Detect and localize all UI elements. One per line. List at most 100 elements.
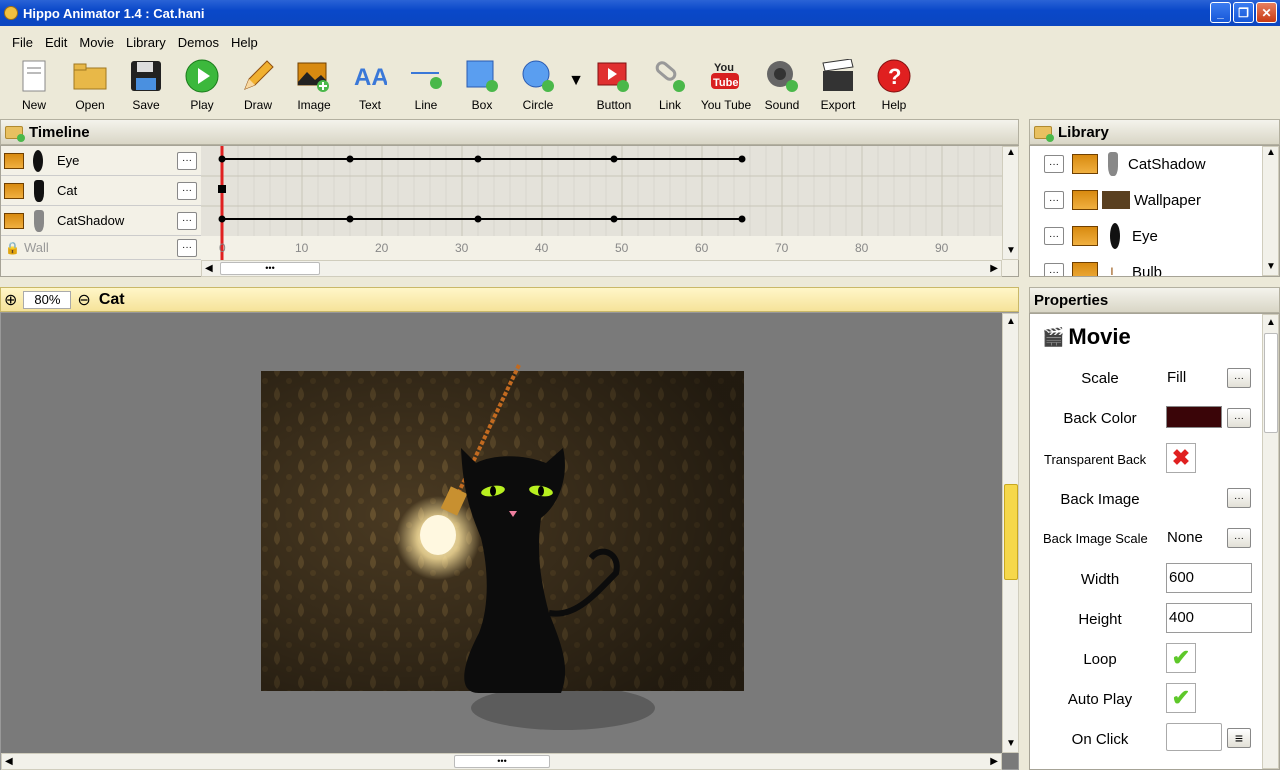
scroll-up-icon[interactable]: ▲	[1006, 147, 1016, 158]
item-options-button[interactable]: ···	[1044, 155, 1064, 173]
timeline-vscrollbar[interactable]: ▲ ▼	[1002, 146, 1019, 260]
library-item[interactable]: ··· CatShadow	[1030, 146, 1262, 182]
scale-options-button[interactable]: ···	[1227, 368, 1251, 388]
menu-library[interactable]: Library	[120, 35, 172, 50]
library-item[interactable]: ··· Wallpaper	[1030, 182, 1262, 218]
line-button[interactable]: Line	[398, 58, 454, 118]
scale-label: Scale	[1081, 369, 1119, 387]
height-label: Height	[1078, 610, 1122, 628]
layer-options-button[interactable]: ···	[177, 238, 197, 257]
scroll-down-icon[interactable]: ▼	[1006, 738, 1016, 749]
layer-options-button[interactable]: ···	[177, 181, 197, 200]
maximize-button[interactable]: ❐	[1233, 2, 1254, 23]
vscroll-thumb[interactable]	[1004, 484, 1018, 580]
item-options-button[interactable]: ···	[1044, 191, 1064, 209]
sound-button[interactable]: Sound	[754, 58, 810, 118]
hscroll-thumb[interactable]: •••	[454, 755, 550, 768]
stage-header: ⊕ 80% ⊖ Cat	[0, 287, 1019, 312]
scroll-left-icon[interactable]: ◀	[5, 756, 13, 767]
menu-edit[interactable]: Edit	[39, 35, 73, 50]
timeline-folder-icon	[5, 125, 25, 142]
keyframe	[610, 155, 618, 163]
back-color-swatch[interactable]	[1166, 406, 1222, 428]
clapper-icon	[820, 58, 856, 94]
image-thumbnail-icon	[4, 152, 24, 169]
scroll-right-icon[interactable]: ▶	[990, 756, 998, 767]
draw-button[interactable]: Draw	[230, 58, 286, 118]
timeline-hscrollbar[interactable]: ◀ ••• ▶	[201, 260, 1002, 277]
text-button[interactable]: AA Text	[342, 58, 398, 118]
scroll-up-icon[interactable]: ▲	[1266, 317, 1276, 328]
open-button[interactable]: Open	[62, 58, 118, 118]
image-button[interactable]: Image	[286, 58, 342, 118]
layer-row[interactable]: Eye ···	[1, 146, 201, 176]
back-color-button[interactable]: ···	[1227, 408, 1251, 428]
item-options-button[interactable]: ···	[1044, 227, 1064, 245]
library-panel: ··· CatShadow ··· Wallpaper ··· Eye ··· …	[1029, 145, 1280, 277]
circle-button[interactable]: Circle	[510, 58, 566, 118]
stage-vscrollbar[interactable]: ▲ ▼	[1002, 313, 1019, 753]
play-icon	[184, 58, 220, 94]
youtube-button[interactable]: You Tube You Tube	[698, 58, 754, 118]
vscroll-thumb[interactable]	[1264, 333, 1278, 433]
scroll-down-icon[interactable]: ▼	[1006, 245, 1016, 256]
stage-canvas[interactable]: ▲ ▼ ◀ ••• ▶	[0, 312, 1019, 770]
scale-value[interactable]: Fill	[1167, 369, 1186, 386]
ruler-tick: 20	[375, 241, 389, 255]
back-image-scale-value[interactable]: None	[1167, 529, 1203, 546]
properties-section: 🎬 Movie	[1042, 324, 1131, 350]
layer-options-button[interactable]: ···	[177, 151, 197, 170]
scroll-left-icon[interactable]: ◀	[205, 263, 213, 274]
play-button[interactable]: Play	[174, 58, 230, 118]
scroll-down-icon[interactable]: ▼	[1266, 261, 1276, 272]
item-options-button[interactable]: ···	[1044, 263, 1064, 276]
help-button[interactable]: ? Help	[866, 58, 922, 118]
menu-file[interactable]: File	[6, 35, 39, 50]
properties-panel: 🎬 Movie Scale Fill ··· Back Color ··· Tr…	[1029, 313, 1280, 770]
width-input[interactable]: 600	[1166, 563, 1252, 593]
button-button[interactable]: Button	[586, 58, 642, 118]
zoom-in-icon[interactable]: ⊕	[4, 290, 17, 310]
back-image-button[interactable]: ···	[1227, 488, 1251, 508]
auto-play-checkbox[interactable]: ✔	[1166, 683, 1196, 713]
scroll-up-icon[interactable]: ▲	[1266, 147, 1276, 158]
layer-options-button[interactable]: ···	[177, 211, 197, 230]
stage-scene[interactable]	[1, 313, 1002, 753]
link-button[interactable]: Link	[642, 58, 698, 118]
shape-dropdown-icon[interactable]: ▼	[566, 58, 586, 118]
menu-help[interactable]: Help	[225, 35, 264, 50]
library-item[interactable]: ··· ı Bulb	[1030, 254, 1262, 277]
export-button[interactable]: Export	[810, 58, 866, 118]
properties-vscrollbar[interactable]: ▲	[1262, 314, 1279, 769]
save-button[interactable]: Save	[118, 58, 174, 118]
loop-checkbox[interactable]: ✔	[1166, 643, 1196, 673]
library-item[interactable]: ··· Eye	[1030, 218, 1262, 254]
minimize-button[interactable]: _	[1210, 2, 1231, 23]
library-vscrollbar[interactable]: ▲ ▼	[1262, 146, 1279, 276]
on-click-input[interactable]	[1166, 723, 1222, 751]
back-image-scale-button[interactable]: ···	[1227, 528, 1251, 548]
hscroll-thumb[interactable]: •••	[220, 262, 320, 275]
layer-row[interactable]: 🔒 Wall ···	[1, 236, 201, 260]
layer-row[interactable]: Cat ···	[1, 176, 201, 206]
menu-movie[interactable]: Movie	[73, 35, 120, 50]
stage-hscrollbar[interactable]: ◀ ••• ▶	[1, 753, 1002, 770]
lock-icon: 🔒	[5, 240, 20, 255]
ruler-tick: 90	[935, 241, 949, 255]
on-click-menu-icon[interactable]: ≡	[1227, 728, 1251, 748]
zoom-input[interactable]: 80%	[23, 290, 72, 309]
scroll-right-icon[interactable]: ▶	[990, 263, 998, 274]
close-button[interactable]: ✕	[1256, 2, 1277, 23]
box-button[interactable]: Box	[454, 58, 510, 118]
menu-demos[interactable]: Demos	[172, 35, 225, 50]
scroll-up-icon[interactable]: ▲	[1006, 316, 1016, 327]
transparent-back-checkbox[interactable]: ✖	[1166, 443, 1196, 473]
layer-row[interactable]: CatShadow ···	[1, 206, 201, 236]
bulb-thumbnail-icon: ı	[1110, 262, 1114, 277]
ruler-tick: 0	[219, 241, 226, 255]
timeline-header: Timeline	[0, 119, 1019, 145]
zoom-out-icon[interactable]: ⊖	[77, 290, 90, 310]
keyframe	[738, 155, 746, 163]
height-input[interactable]: 400	[1166, 603, 1252, 633]
new-button[interactable]: New	[6, 58, 62, 118]
